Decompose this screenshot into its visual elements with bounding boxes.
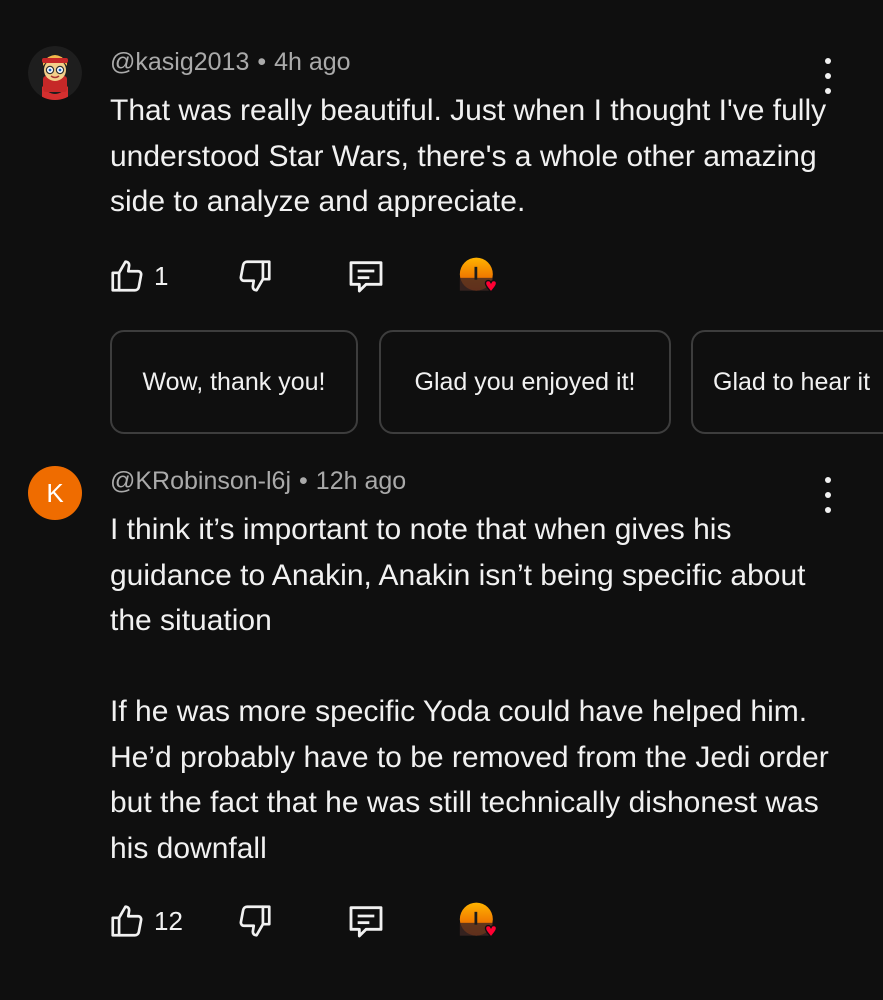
thumbs-down-icon bbox=[239, 905, 271, 937]
dislike-button[interactable] bbox=[236, 254, 274, 298]
like-count: 1 bbox=[154, 260, 169, 291]
comment-paragraph: That was really beautiful. Just when I t… bbox=[110, 94, 827, 218]
reply-button[interactable] bbox=[346, 254, 386, 298]
creator-heart-icon bbox=[459, 902, 498, 938]
comment-actions: 12 bbox=[108, 899, 528, 943]
comment-paragraph: If he was more specific Yoda could have … bbox=[110, 695, 829, 865]
comment-meta: @kasig2013 • 4h ago bbox=[110, 48, 351, 77]
author-name[interactable]: @kasig2013 bbox=[110, 48, 249, 76]
suggested-reply-chip[interactable]: Glad to hear it bbox=[691, 330, 883, 434]
meta-separator: • bbox=[257, 48, 267, 76]
comment-text: I think it’s important to note that when… bbox=[110, 507, 830, 871]
suggested-reply-chip[interactable]: Wow, thank you! bbox=[110, 330, 358, 434]
like-button[interactable]: 12 bbox=[108, 899, 183, 943]
comment-meta: @KRobinson-l6j • 12h ago bbox=[110, 467, 406, 496]
avatar[interactable] bbox=[28, 46, 82, 100]
comment-actions: 1 bbox=[108, 254, 528, 298]
reply-icon bbox=[349, 906, 383, 938]
thumbs-up-icon bbox=[111, 905, 143, 937]
like-button[interactable]: 1 bbox=[108, 254, 168, 298]
creator-heart-icon bbox=[459, 257, 498, 293]
like-count: 12 bbox=[154, 905, 183, 936]
comment-paragraph: I think it’s important to note that when… bbox=[110, 513, 806, 637]
reply-button[interactable] bbox=[346, 899, 386, 943]
meta-separator: • bbox=[299, 467, 308, 495]
suggested-reply-chip[interactable]: Glad you enjoyed it! bbox=[379, 330, 671, 434]
comment-text: That was really beautiful. Just when I t… bbox=[110, 88, 830, 225]
reply-icon bbox=[349, 261, 383, 293]
avatar[interactable]: K bbox=[28, 466, 82, 520]
suggested-replies: Wow, thank you! Glad you enjoyed it! Gla… bbox=[108, 330, 883, 438]
dislike-button[interactable] bbox=[236, 899, 274, 943]
thumbs-down-icon bbox=[239, 260, 271, 292]
author-name[interactable]: @KRobinson-l6j bbox=[110, 467, 291, 495]
creator-heart bbox=[458, 899, 502, 943]
comment-time: 12h ago bbox=[315, 467, 407, 495]
creator-heart bbox=[458, 254, 502, 298]
comment-time: 4h ago bbox=[274, 48, 351, 76]
thumbs-up-icon bbox=[111, 260, 143, 292]
